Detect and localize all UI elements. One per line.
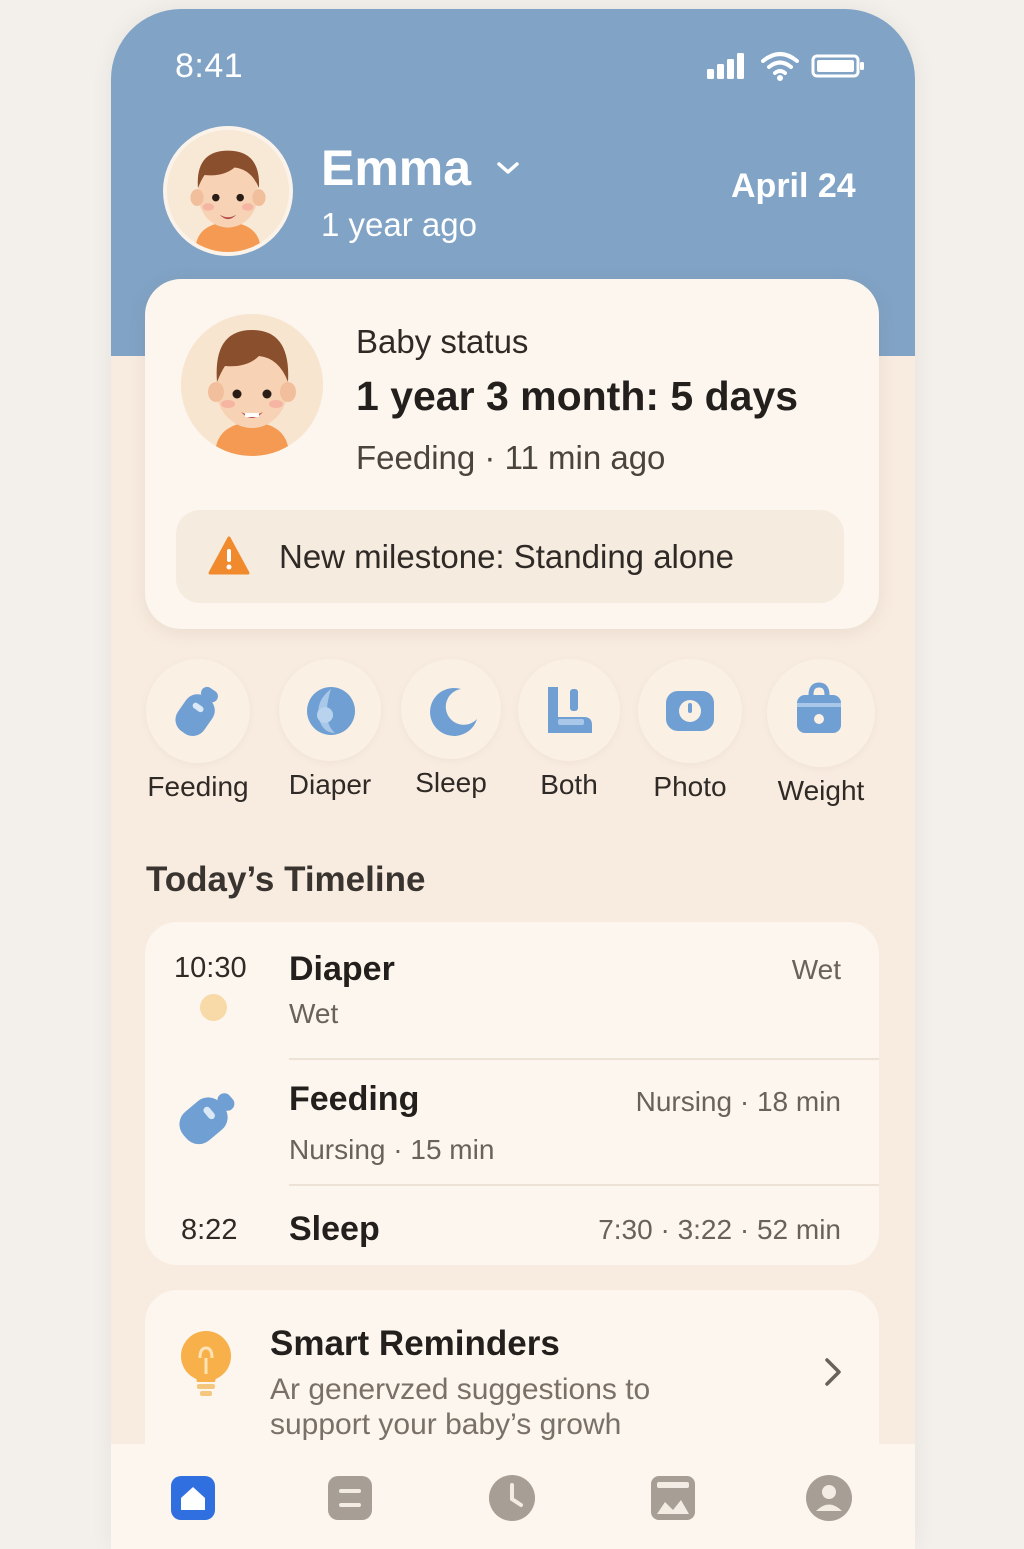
tab-bar bbox=[111, 1444, 915, 1549]
current-date[interactable]: April 24 bbox=[731, 167, 856, 206]
timeline-card: 10:30 Diaper Wet Wet Feeding Nursing · 1… bbox=[145, 922, 879, 1265]
feeding-action[interactable]: Feeding bbox=[138, 659, 258, 803]
milestone-text: New milestone: Standing alone bbox=[279, 538, 734, 575]
status-bar: 8:41 bbox=[111, 9, 915, 109]
wet-dot-icon bbox=[200, 994, 227, 1021]
baby-face-icon bbox=[181, 314, 323, 456]
list-icon[interactable] bbox=[326, 1474, 374, 1522]
both-action-label: Both bbox=[540, 769, 598, 800]
bottle-icon bbox=[179, 1093, 235, 1145]
both-action[interactable]: Both bbox=[509, 659, 629, 801]
bottle-icon bbox=[175, 686, 218, 736]
timeline-entry-feeding[interactable]: Feeding Nursing · 15 min Nursing · 18 mi… bbox=[145, 1060, 879, 1186]
milestone-banner[interactable]: New milestone: Standing alone bbox=[176, 510, 844, 603]
status-label: Baby status bbox=[356, 323, 529, 360]
entry-time: 10:30 bbox=[174, 952, 247, 984]
entry-detail: Nursing · 18 min bbox=[635, 1086, 841, 1117]
sleep-action-label: Sleep bbox=[415, 767, 487, 798]
photo-action[interactable]: Photo bbox=[630, 659, 750, 803]
reminders-title: Smart Reminders bbox=[270, 1324, 560, 1363]
both-icon bbox=[548, 687, 592, 733]
weight-action-label: Weight bbox=[777, 775, 865, 806]
baby-status-card[interactable]: Baby status 1 year 3 month: 5 days Feedi… bbox=[145, 279, 879, 629]
timeline-entry-sleep[interactable]: 8:22 Sleep 7:30 · 3:22 · 52 min bbox=[145, 1186, 879, 1265]
diaper-action-label: Diaper bbox=[288, 769, 372, 800]
camera-icon bbox=[666, 691, 714, 731]
lightbulb-icon bbox=[181, 1331, 231, 1396]
quick-actions: Feeding Diaper Sleep Both Photo Weight bbox=[111, 659, 915, 819]
chevron-right-icon[interactable] bbox=[821, 1354, 845, 1390]
gallery-icon[interactable] bbox=[649, 1474, 697, 1522]
feeding-action-label: Feeding bbox=[147, 771, 249, 802]
entry-time: 8:22 bbox=[181, 1214, 238, 1246]
baby-avatar[interactable] bbox=[163, 126, 293, 256]
diaper-icon bbox=[307, 687, 355, 735]
timeline-entry-diaper[interactable]: 10:30 Diaper Wet Wet bbox=[145, 922, 879, 1060]
scale-icon bbox=[797, 682, 841, 733]
status-time: 8:41 bbox=[175, 47, 244, 85]
entry-subtitle: Nursing · 15 min bbox=[289, 1134, 495, 1165]
entry-detail: 7:30 · 3:22 · 52 min bbox=[598, 1214, 841, 1245]
phone-screen: 8:41 Emma 1 year ago April 24 Baby statu… bbox=[111, 9, 915, 1549]
last-activity: Feeding · 11 min ago bbox=[356, 439, 666, 476]
status-age: 1 year 3 month: 5 days bbox=[356, 373, 799, 419]
photo-action-label: Photo bbox=[653, 771, 727, 802]
moon-icon bbox=[430, 687, 477, 736]
entry-subtitle: Wet bbox=[289, 998, 339, 1029]
wifi-icon bbox=[761, 52, 799, 81]
warning-icon bbox=[208, 536, 250, 575]
sleep-action[interactable]: Sleep bbox=[391, 659, 511, 799]
reminders-description: Ar genervzed suggestions to support your… bbox=[270, 1373, 651, 1441]
entry-title: Sleep bbox=[289, 1210, 380, 1248]
battery-icon bbox=[811, 54, 864, 78]
diaper-action[interactable]: Diaper bbox=[270, 659, 390, 801]
weight-action[interactable]: Weight bbox=[761, 659, 881, 807]
chevron-down-icon[interactable] bbox=[495, 157, 521, 179]
status-avatar bbox=[181, 314, 323, 456]
timeline-title: Today’s Timeline bbox=[146, 860, 426, 899]
profile-icon[interactable] bbox=[805, 1474, 853, 1522]
entry-detail: Wet bbox=[791, 954, 841, 985]
baby-name[interactable]: Emma bbox=[321, 139, 471, 197]
home-icon[interactable] bbox=[169, 1474, 217, 1522]
signal-icon bbox=[707, 53, 744, 79]
baby-face-icon bbox=[167, 130, 289, 252]
entry-title: Feeding bbox=[289, 1080, 420, 1118]
entry-title: Diaper bbox=[289, 950, 395, 988]
baby-age: 1 year ago bbox=[321, 206, 477, 243]
clock-icon[interactable] bbox=[488, 1474, 536, 1522]
